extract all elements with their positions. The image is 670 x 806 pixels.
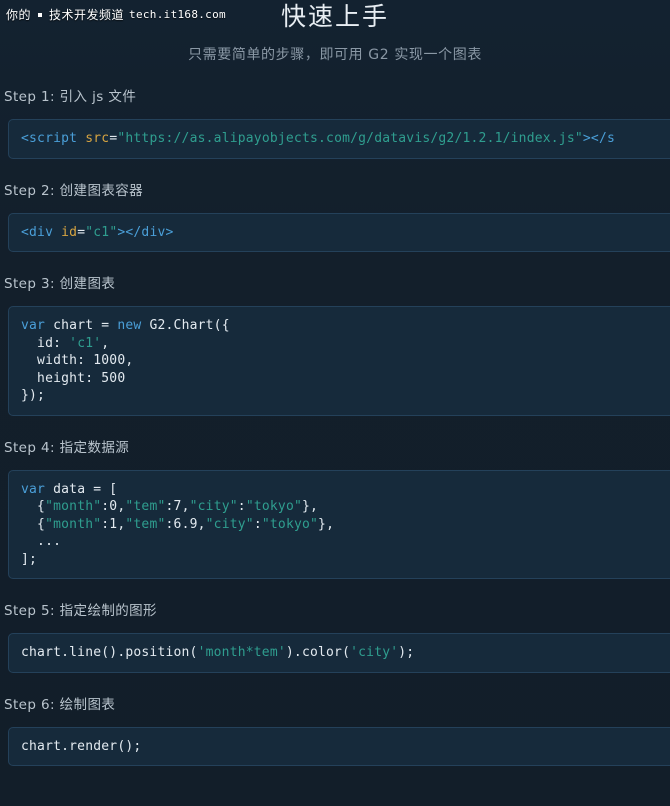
- code-token-plain: chart.render();: [21, 738, 142, 754]
- code-token-attr: src: [85, 131, 110, 146]
- step-title: Step 3: 创建图表: [4, 276, 116, 292]
- code-token-plain: :: [253, 516, 262, 532]
- code-block[interactable]: <script src="https://as.alipayobjects.co…: [8, 119, 670, 159]
- code-token-str: "c1": [85, 224, 118, 240]
- code-block[interactable]: <div id="c1"></div>: [8, 212, 670, 252]
- code-token-str: "month": [45, 516, 102, 532]
- code-token-str: "tem": [125, 516, 166, 532]
- code-block[interactable]: chart.render();: [8, 726, 670, 766]
- code-block[interactable]: chart.line().position('month*tem').color…: [8, 633, 670, 673]
- step-section: Step 5: 指定绘制的图形 chart.line().position('mo…: [0, 601, 670, 673]
- step-spacer: [0, 252, 670, 274]
- code-content: var chart = new G2.Chart({ id: 'c1', wid…: [21, 317, 670, 405]
- watermark-channel-name: 技术开发频道: [49, 8, 125, 22]
- step-spacer: [0, 159, 670, 181]
- code-block[interactable]: var data = [ {"month":0,"tem":7,"city":"…: [8, 469, 670, 579]
- code-token-str: "tokyo": [245, 499, 302, 514]
- code-token-str: "tokyo": [261, 516, 319, 532]
- code-token-tag: <script: [21, 131, 78, 146]
- step-section: Step 2: 创建图表容器 <div id="c1"></div>: [0, 181, 670, 252]
- code-token-str: 'c1': [69, 335, 102, 351]
- code-content: chart.render();: [21, 738, 670, 756]
- watermark-url: tech.it168.com: [129, 8, 226, 21]
- code-token-plain: chart.line().position(: [21, 645, 198, 660]
- code-token-key: var: [21, 481, 46, 497]
- code-token-str: 'city': [350, 645, 399, 660]
- code-token-str: 'month*tem': [197, 645, 286, 660]
- code-token-attr: id: [61, 224, 78, 240]
- code-token-tag: ></div>: [117, 224, 174, 240]
- step-title: Step 6: 绘制图表: [4, 696, 116, 713]
- code-token-tag: ></s: [582, 131, 615, 146]
- watermark-channel-prefix: 你的: [6, 8, 32, 22]
- code-token-key: new: [117, 318, 142, 333]
- code-content: var data = [ {"month":0,"tem":7,"city":"…: [21, 481, 670, 569]
- step-spacer: [0, 673, 670, 695]
- step-section: Step 3: 创建图表 var chart = new G2.Chart({ i…: [0, 274, 670, 416]
- code-token-str: "city": [205, 516, 254, 532]
- code-token-tag: <div: [21, 224, 54, 240]
- code-content: <div id="c1"></div>: [21, 224, 670, 242]
- code-content: <script src="https://as.alipayobjects.co…: [21, 130, 670, 148]
- code-token-str: "month": [45, 499, 102, 514]
- page-subtitle: 只需要简单的步骤，即可用 G2 实现一个图表: [188, 47, 482, 63]
- step-section: Step 4: 指定数据源 var data = [ {"month":0,"te…: [0, 438, 670, 579]
- code-token-str: "city": [189, 499, 238, 514]
- code-token-plain: chart =: [45, 318, 118, 333]
- code-token-plain: ).color(: [285, 645, 351, 660]
- code-token-plain: );: [398, 645, 415, 660]
- steps-container: Step 1: 引入 js 文件 <script src="https://as.…: [0, 65, 670, 766]
- step-section: Step 1: 引入 js 文件 <script src="https://as.…: [0, 87, 670, 159]
- code-token-str: "https://as.alipayobjects.com/g/datavis/…: [117, 131, 583, 146]
- code-token-plain: :6.9,: [165, 516, 206, 532]
- code-token-plain: :: [237, 499, 246, 514]
- code-token-plain: :7,: [165, 499, 190, 514]
- step-title: Step 1: 引入 js 文件: [4, 89, 137, 105]
- step-section: Step 6: 绘制图表 chart.render();: [0, 695, 670, 766]
- quick-start-page: 你的 技术开发频道 tech.it168.com 快速上手 只需要简单的步骤，即…: [0, 0, 670, 806]
- step-title: Step 5: 指定绘制的图形: [4, 603, 157, 619]
- code-token-plain: :0,: [101, 499, 126, 514]
- code-block[interactable]: var chart = new G2.Chart({ id: 'c1', wid…: [8, 306, 670, 416]
- code-token-key: var: [21, 318, 46, 333]
- code-token-str: "tem": [125, 499, 166, 514]
- step-title: Step 2: 创建图表容器: [4, 182, 144, 199]
- watermark-separator-dot: [38, 12, 43, 17]
- step-title: Step 4: 指定数据源: [4, 439, 130, 456]
- site-watermark: 你的 技术开发频道 tech.it168.com: [6, 6, 226, 23]
- step-spacer: [0, 416, 670, 438]
- step-spacer: [0, 579, 670, 601]
- code-content: chart.line().position('month*tem').color…: [21, 644, 670, 662]
- code-token-plain: :1,: [101, 516, 126, 532]
